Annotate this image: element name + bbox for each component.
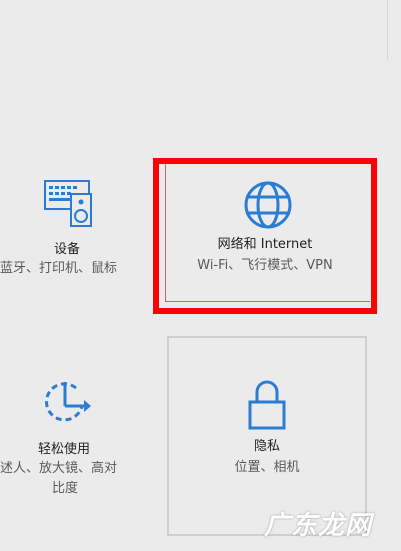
tile-devices-description: 蓝牙、打印机、鼠标 xyxy=(0,261,118,276)
focus-line xyxy=(165,301,370,302)
divider xyxy=(387,0,388,60)
tile-ease-title: 轻松使用 xyxy=(38,442,91,457)
watermark-text: 广东龙网 xyxy=(264,511,373,541)
tile-network[interactable]: 网络和 Internet Wi-Fi、飞行模式、VPN xyxy=(153,158,377,314)
ease-of-access-icon xyxy=(45,382,91,422)
tile-network-description: Wi-Fi、飞行模式、VPN xyxy=(197,258,333,273)
tile-privacy-title: 隐私 xyxy=(253,439,280,454)
tile-privacy-description: 位置、相机 xyxy=(234,460,300,475)
settings-page: 设备 蓝牙、打印机、鼠标 网络和 Internet Wi-Fi、飞行模式、VPN… xyxy=(0,0,401,551)
tile-network-title: 网络和 Internet xyxy=(217,237,313,252)
keyboard-speaker-icon xyxy=(44,180,92,227)
lock-icon xyxy=(248,380,286,430)
tile-devices-title: 设备 xyxy=(54,242,81,257)
globe-icon xyxy=(244,181,292,229)
tile-ease-description-line1: 讲述人、放大镜、高对 xyxy=(0,461,118,476)
focus-line xyxy=(165,164,166,302)
tile-devices[interactable]: 设备 蓝牙、打印机、鼠标 xyxy=(0,160,150,310)
tile-ease-description-line2: 比度 xyxy=(52,481,79,496)
tile-ease-of-access[interactable]: 轻松使用 讲述人、放大镜、高对 比度 xyxy=(0,338,150,538)
